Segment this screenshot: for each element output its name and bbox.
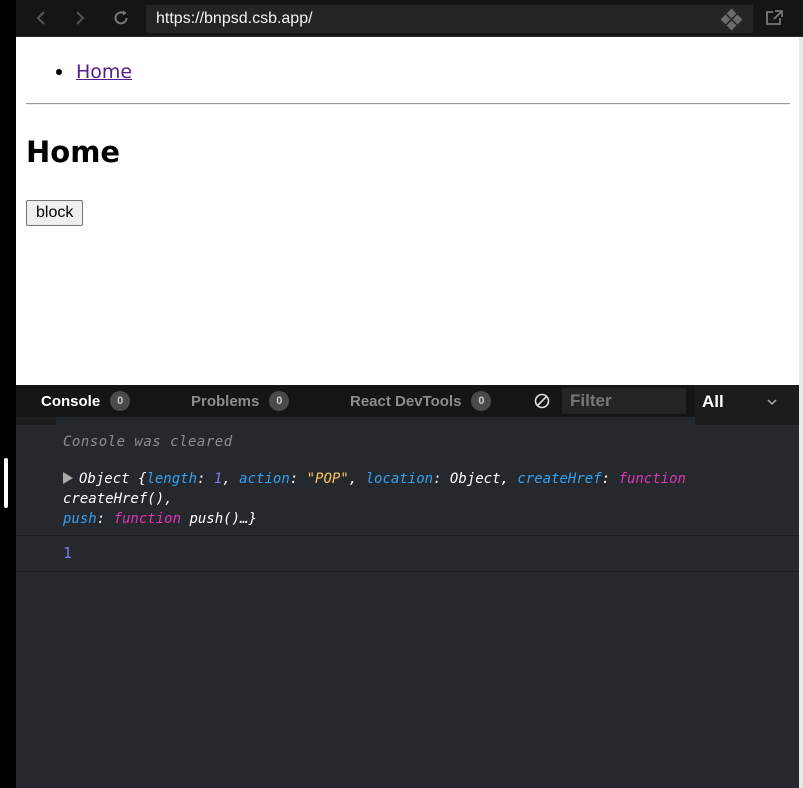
refresh-icon	[114, 10, 128, 25]
count-badge: 0	[110, 391, 131, 411]
console-cleared-message: Console was cleared	[63, 434, 233, 450]
count-badge: 0	[269, 391, 290, 411]
url-input[interactable]: https://bnpsd.csb.app/	[146, 5, 711, 33]
create-href-fn: createHref()	[63, 491, 165, 507]
open-new-window-button[interactable]	[761, 6, 787, 30]
expand-triangle-icon[interactable]	[63, 472, 73, 484]
action-value: "POP"	[306, 471, 349, 487]
nav-list: Home	[56, 61, 132, 83]
left-edge-strip	[0, 0, 16, 788]
back-button[interactable]	[30, 6, 52, 30]
refresh-button[interactable]	[110, 6, 132, 30]
log-entry[interactable]: Object {length: 1, action: "POP", locati…	[16, 459, 799, 536]
tab-problems[interactable]: Problems 0	[191, 385, 290, 417]
page-title: Home	[26, 135, 121, 169]
log-level-select[interactable]: All	[695, 385, 799, 425]
log-level-label: All	[702, 392, 724, 411]
tabs-bar-extension	[16, 417, 56, 425]
tab-react-devtools[interactable]: React DevTools 0	[350, 385, 492, 417]
devtools-panel: Console 0 Problems 0 React DevTools 0 Al…	[16, 385, 799, 788]
external-link-icon	[766, 10, 783, 25]
tab-console[interactable]: Console 0	[41, 385, 131, 417]
count-badge: 0	[471, 391, 492, 411]
tab-label: React DevTools	[350, 392, 462, 410]
devtools-toggle-button[interactable]	[711, 5, 753, 33]
home-link[interactable]: Home	[76, 61, 132, 83]
bullet	[56, 69, 62, 75]
location-value: Object	[449, 471, 501, 487]
block-button[interactable]: block	[26, 200, 84, 226]
tab-label: Console	[41, 392, 101, 410]
right-edge-strip	[799, 37, 803, 788]
log-entry: 1	[16, 535, 799, 572]
nav-item-home: Home	[56, 61, 132, 83]
filter-input[interactable]	[562, 388, 686, 414]
preview-frame: Home Home block	[16, 37, 799, 385]
resize-handle[interactable]	[4, 458, 8, 508]
diamond-grid-icon	[720, 8, 743, 31]
log-object-text: Object {length: 1, action: "POP", locati…	[63, 471, 686, 527]
divider	[26, 103, 790, 105]
output-value: 1	[63, 544, 73, 562]
browser-toolbar: https://bnpsd.csb.app/	[16, 0, 803, 37]
chevron-left-icon	[36, 11, 45, 25]
push-fn: push()…	[189, 511, 249, 527]
chevron-down-icon	[767, 399, 777, 406]
object-label: Object	[79, 471, 130, 487]
forward-button[interactable]	[69, 6, 91, 30]
console-output: Console was cleared Object {length: 1, a…	[16, 425, 799, 788]
devtools-tabs: Console 0 Problems 0 React DevTools 0	[16, 385, 799, 417]
clear-console-icon[interactable]	[534, 393, 550, 409]
chevron-right-icon	[76, 11, 85, 25]
tab-label: Problems	[191, 392, 260, 410]
